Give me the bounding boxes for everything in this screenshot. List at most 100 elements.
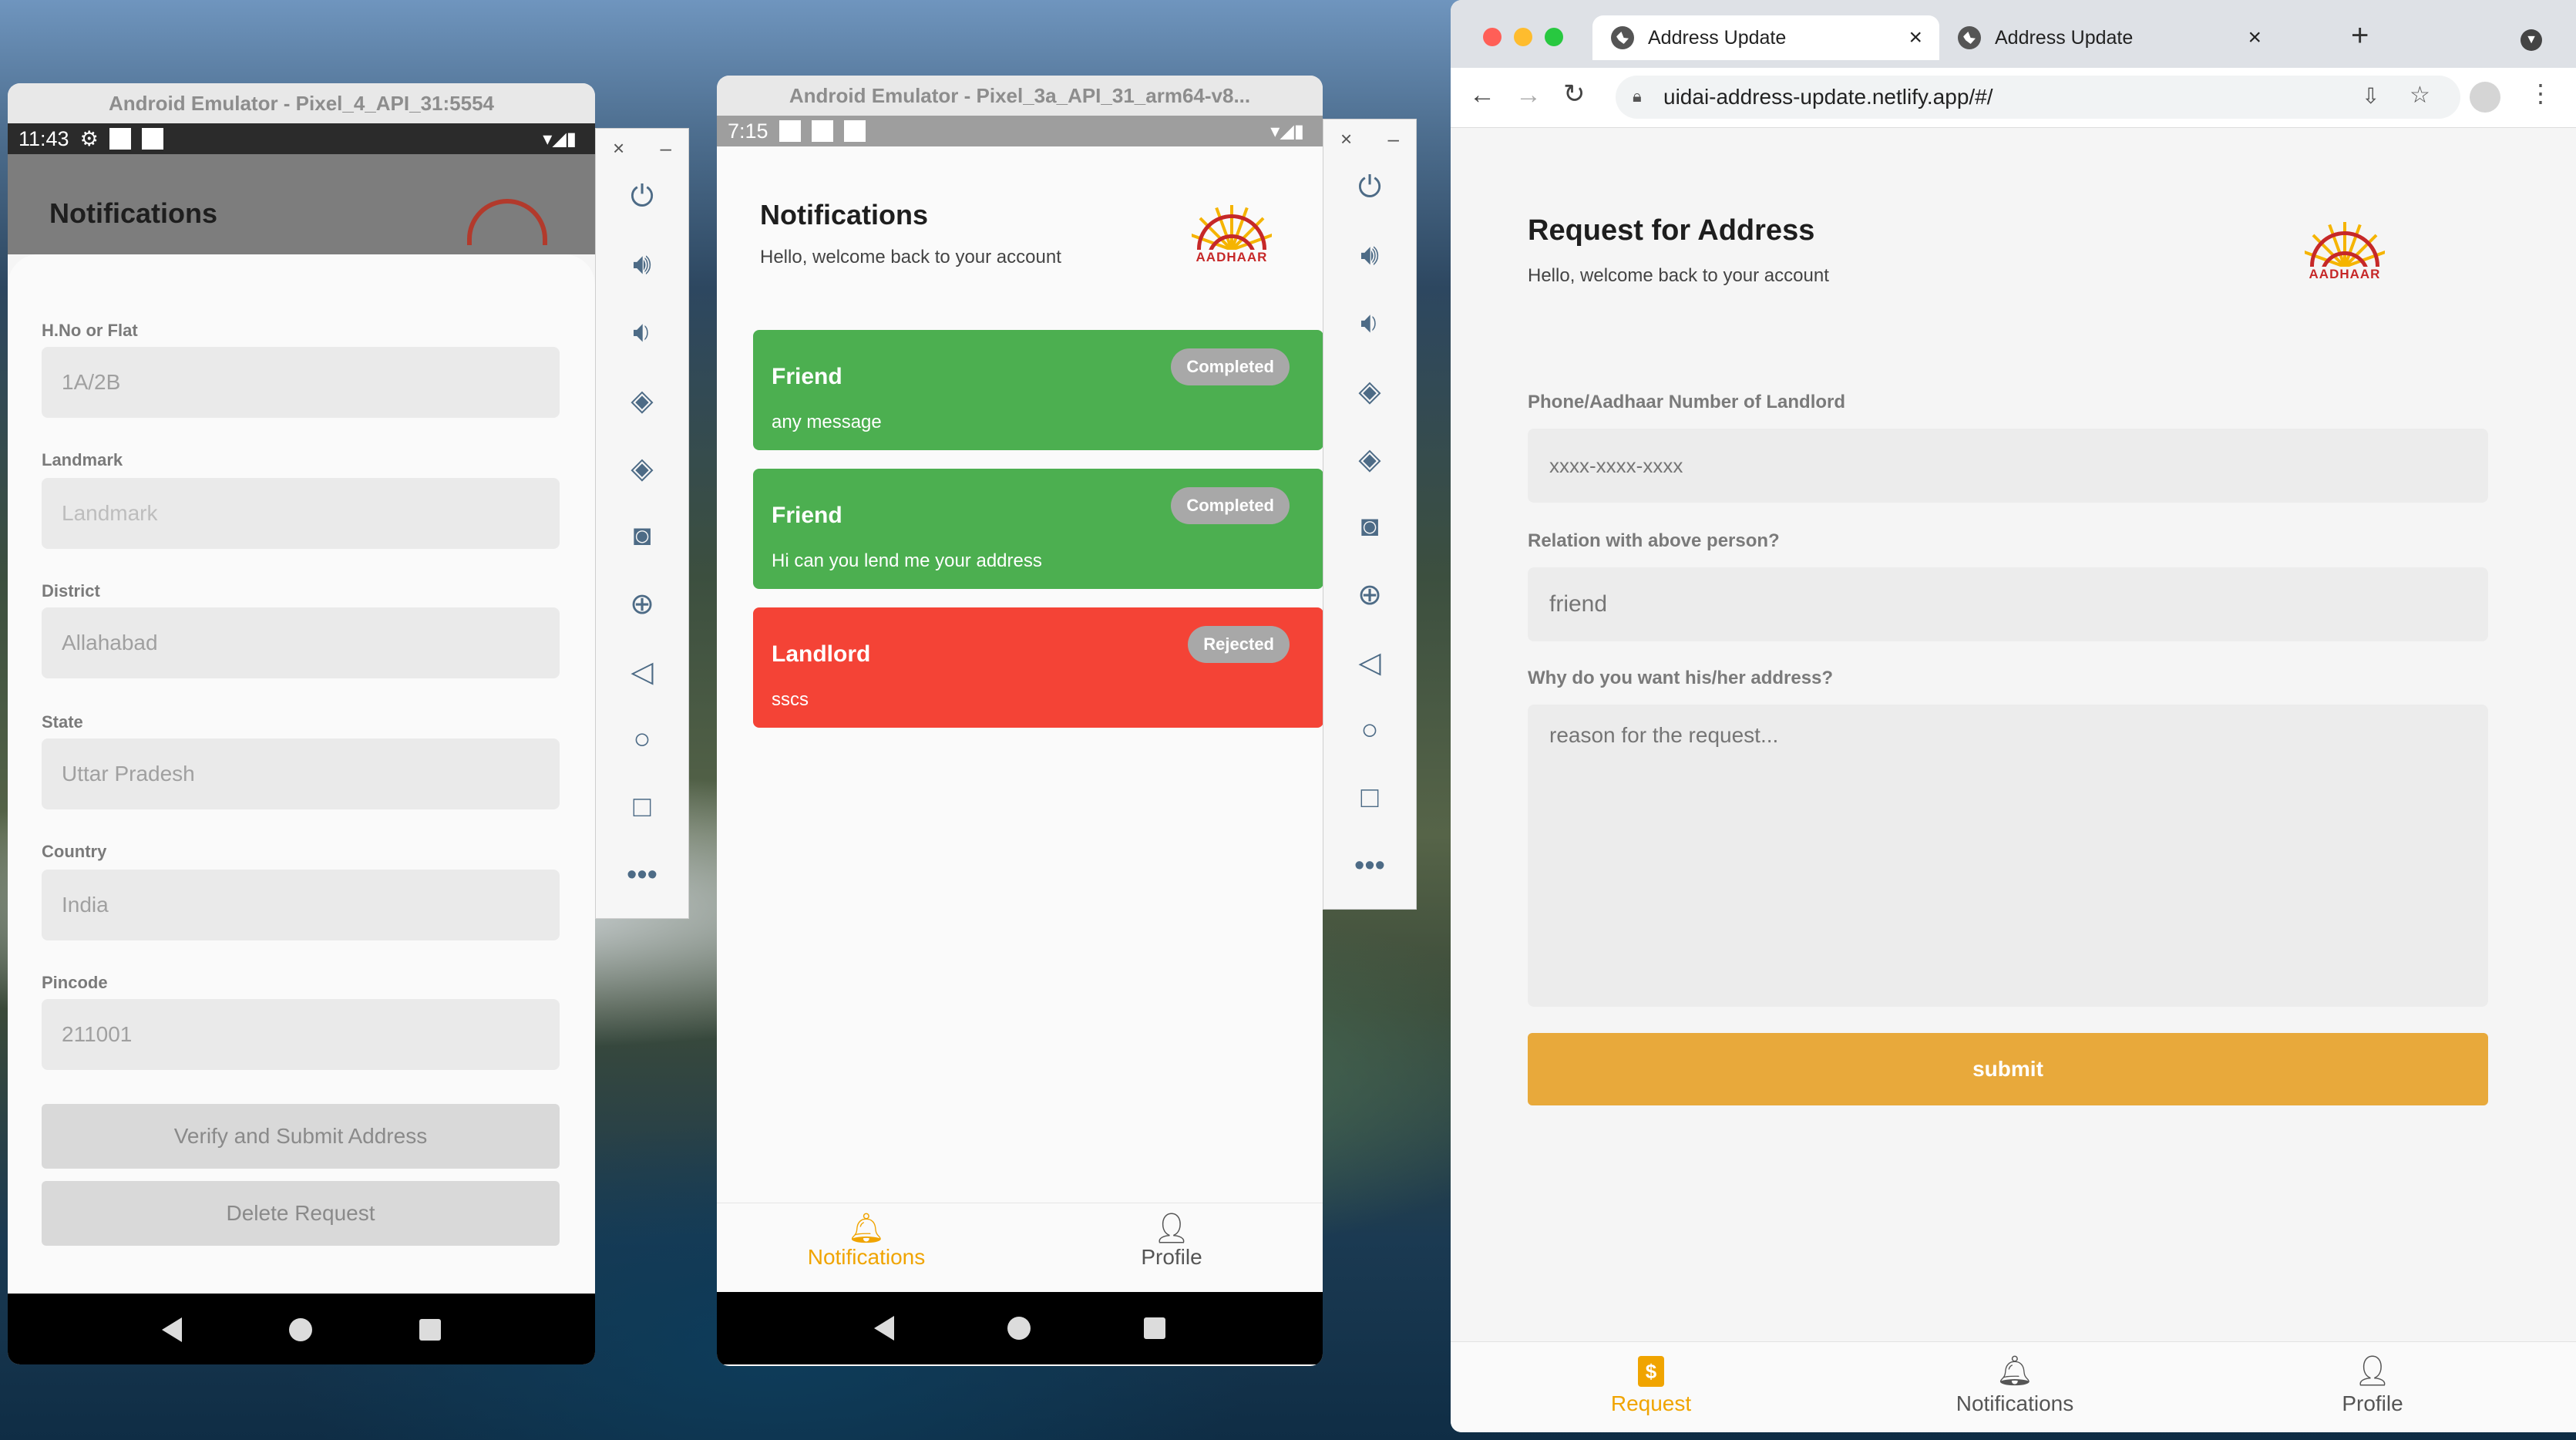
status-bar: 11:43 ⚙ ▾◢▮ <box>8 123 595 154</box>
menu-kebab-icon[interactable]: ⋮ <box>2528 79 2553 108</box>
reason-textarea[interactable] <box>1528 705 2488 1007</box>
tab-address-update[interactable]: Address Update × <box>1939 15 2278 60</box>
tab-label: Address Update <box>1648 26 1787 49</box>
notification-card[interactable]: Landlord sscs Rejected <box>753 607 1323 728</box>
zoom-icon[interactable]: ⊕ <box>1357 560 1382 628</box>
back-icon[interactable] <box>161 1317 182 1342</box>
camera-icon[interactable]: ◙ <box>634 502 651 570</box>
person-icon: 👤︎ <box>1152 1213 1191 1245</box>
nav-label: Notifications <box>1956 1391 2074 1415</box>
reload-icon[interactable]: ↻ <box>1563 79 1586 109</box>
zoom-icon[interactable]: ⊕ <box>630 570 654 638</box>
rotate-right-icon[interactable]: ◈ <box>1358 425 1380 493</box>
close-tab-icon[interactable]: × <box>2248 25 2262 51</box>
home-icon[interactable]: ○ <box>634 705 651 773</box>
close-window-button[interactable] <box>1483 28 1502 46</box>
emulator-controls-2: × – ⏻ 🔊︎ 🔉︎ ◈ ◈ ◙ ⊕ ◁ ○ □ ••• <box>1323 119 1417 910</box>
wifi-signal-battery-icon: ▾◢▮ <box>543 128 577 150</box>
pincode-input[interactable]: 211001 <box>42 999 560 1070</box>
profile-avatar[interactable] <box>2470 82 2500 113</box>
country-input[interactable]: India <box>42 870 560 940</box>
close-icon[interactable]: × <box>1340 127 1352 153</box>
nav-notifications[interactable]: 🔔︎ Notifications <box>789 1213 943 1270</box>
install-icon[interactable]: ⇩ <box>2362 83 2379 109</box>
minimize-icon[interactable]: – <box>661 136 671 163</box>
submit-button[interactable]: submit <box>1528 1033 2488 1105</box>
notification-card[interactable]: Friend any message Completed <box>753 330 1323 450</box>
back-icon[interactable]: ◁ <box>631 638 653 705</box>
home-icon[interactable] <box>1007 1317 1031 1340</box>
field-label: Phone/Aadhaar Number of Landlord <box>1528 392 1846 412</box>
overview-icon[interactable] <box>1144 1317 1166 1339</box>
rotate-right-icon[interactable]: ◈ <box>631 434 653 502</box>
notification-card[interactable]: Friend Hi can you lend me your address C… <box>753 469 1323 589</box>
close-tab-icon[interactable]: × <box>1908 25 1922 51</box>
browser-window: Address Update × Address Update × + ▼ ← … <box>1451 0 2576 1432</box>
field-label: District <box>42 581 100 601</box>
power-icon[interactable]: ⏻ <box>631 163 654 230</box>
nav-profile[interactable]: 👤︎ Profile <box>2295 1356 2450 1416</box>
new-tab-icon[interactable]: + <box>2351 19 2369 53</box>
globe-icon <box>1958 26 1981 49</box>
status-badge: Completed <box>1171 487 1290 524</box>
minimize-icon[interactable]: – <box>1388 127 1399 153</box>
overview-icon[interactable] <box>419 1319 442 1341</box>
volume-up-icon[interactable]: 🔊︎ <box>1360 221 1379 289</box>
verify-submit-button[interactable]: Verify and Submit Address <box>42 1104 560 1169</box>
home-icon[interactable] <box>288 1318 312 1341</box>
more-icon[interactable]: ••• <box>627 841 657 909</box>
nav-profile[interactable]: 👤︎ Profile <box>1095 1213 1249 1270</box>
tab-address-update-active[interactable]: Address Update × <box>1592 15 1939 60</box>
overview-icon[interactable]: □ <box>1361 764 1379 832</box>
globe-icon <box>1611 26 1634 49</box>
tab-strip: Address Update × Address Update × + ▼ <box>1451 0 2576 68</box>
notification-icon <box>141 128 163 150</box>
state-input[interactable]: Uttar Pradesh <box>42 739 560 809</box>
delete-request-button[interactable]: Delete Request <box>42 1181 560 1246</box>
emulator-window-2: Android Emulator - Pixel_3a_API_31_arm64… <box>717 76 1323 1366</box>
status-badge: Rejected <box>1188 626 1290 663</box>
landlord-number-input[interactable] <box>1528 429 2488 503</box>
minimize-window-button[interactable] <box>1514 28 1532 46</box>
zoom-window-button[interactable] <box>1545 28 1563 46</box>
bottom-nav: 🔔︎ Notifications 👤︎ Profile <box>717 1203 1323 1292</box>
notification-icon <box>109 128 131 150</box>
page-title: Notifications <box>49 197 218 229</box>
camera-icon[interactable]: ◙ <box>1361 493 1379 560</box>
rotate-left-icon[interactable]: ◈ <box>631 366 653 434</box>
bell-icon: 🔔︎ <box>847 1213 886 1245</box>
volume-up-icon[interactable]: 🔊︎ <box>633 230 651 298</box>
overview-icon[interactable]: □ <box>634 773 651 841</box>
back-icon[interactable]: ◁ <box>1358 628 1380 696</box>
relation-input[interactable] <box>1528 567 2488 641</box>
card-name: Friend <box>772 364 842 389</box>
window-title: Android Emulator - Pixel_4_API_31:5554 <box>8 83 595 123</box>
power-icon[interactable]: ⏻ <box>1358 153 1381 221</box>
back-arrow-icon[interactable]: ← <box>1469 80 1495 110</box>
home-icon[interactable]: ○ <box>1361 696 1379 764</box>
status-bar: 7:15 ▾◢▮ <box>717 116 1323 146</box>
field-label: Pincode <box>42 973 108 992</box>
district-input[interactable]: Allahabad <box>42 607 560 678</box>
lock-icon: 🔒︎ <box>1633 86 1642 106</box>
close-icon[interactable]: × <box>613 136 624 163</box>
address-bar[interactable]: 🔒︎ uidai-address-update.netlify.app/#/ ⇩… <box>1616 76 2460 119</box>
nav-request[interactable]: $ Request <box>1566 1356 1736 1416</box>
rotate-left-icon[interactable]: ◈ <box>1358 357 1380 425</box>
nav-notifications[interactable]: 🔔︎ Notifications <box>1922 1356 2107 1416</box>
tab-label: Address Update <box>1995 26 2134 49</box>
aadhaar-logo-icon <box>2305 222 2385 267</box>
landmark-input[interactable]: Landmark <box>42 478 560 549</box>
bottom-sheet: H.No or Flat 1A/2B Landmark Landmark Dis… <box>8 254 595 1294</box>
toolbar: ← → ↻ 🔒︎ uidai-address-update.netlify.ap… <box>1451 68 2576 128</box>
volume-down-icon[interactable]: 🔉︎ <box>1360 289 1379 357</box>
bookmark-star-icon[interactable]: ☆ <box>2410 82 2430 109</box>
more-icon[interactable]: ••• <box>1354 832 1385 900</box>
tab-search-icon[interactable]: ▼ <box>2521 29 2542 51</box>
volume-down-icon[interactable]: 🔉︎ <box>633 298 651 366</box>
notification-icon <box>843 120 866 142</box>
back-icon[interactable] <box>873 1316 894 1341</box>
person-icon: 👤︎ <box>2353 1355 2392 1388</box>
flat-input[interactable]: 1A/2B <box>42 347 560 418</box>
forward-arrow-icon[interactable]: → <box>1515 80 1542 110</box>
